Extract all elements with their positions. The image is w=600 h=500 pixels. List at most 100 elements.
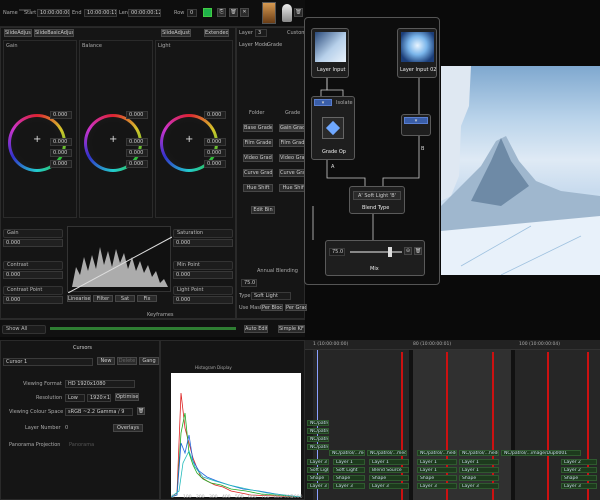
clip[interactable]: NC/patrol/...image/Dup0001 [501,450,581,456]
copy-icon[interactable]: ⎘ [217,8,226,17]
layer-clip[interactable]: Layer 1 [369,459,409,465]
keyframe-track[interactable] [50,327,236,330]
tab-slide-adjust[interactable]: SlideAdjust [4,29,32,37]
node-blend-source[interactable]: ▾ [401,114,431,136]
layer-clip[interactable]: Soft Light [333,467,365,473]
fix-button[interactable]: Fix [137,295,157,302]
param-contrast-point[interactable]: Contrast Point [3,286,63,295]
mix-reset-icon[interactable]: ⊝ [404,247,412,255]
layer-clip[interactable]: Shape [417,475,457,481]
layer-clip[interactable]: Shape [369,475,409,481]
param-contrast-value[interactable]: 0.000 [3,271,63,279]
param-saturation[interactable]: Saturation [173,229,233,238]
layer-clip[interactable]: Shape [459,475,499,481]
clip-label[interactable]: NC/patrol [307,420,329,426]
new-cursor-button[interactable]: New [97,357,115,365]
grid-item[interactable]: Video Grade [243,154,273,162]
tab-slide-adjust-2[interactable]: SlideAdjust [161,29,191,37]
wheel-value[interactable]: 0.000 [204,160,226,168]
delete-icon[interactable]: ✕ [240,8,249,17]
layer-clip[interactable]: Layer 1 [333,459,365,465]
layer-clip[interactable]: Layer 2 [561,459,597,465]
clip[interactable]: NC/patrol/...hedge/... [459,450,499,456]
gang-button[interactable]: Gang [139,357,159,365]
node-blend-type[interactable]: A' Soft Light 'B' Blend Type [349,186,405,214]
clip-label[interactable]: NC/patrol [307,428,329,434]
param-min-point-value[interactable]: 0.000 [173,271,233,279]
cursor-dropdown[interactable]: Cursor 1 [3,358,93,366]
len-field[interactable]: 00:00:00:12 [128,9,161,17]
param-light-point-value[interactable]: 0.000 [173,296,233,304]
end-field[interactable]: 10:00:00:11 [84,9,117,17]
wheel-value[interactable]: 0.000 [126,149,148,157]
overlays-button[interactable]: Overlays [113,424,143,432]
grid-item[interactable]: Curve Grade [243,169,273,177]
grid-item[interactable]: Hue Shift [243,184,273,192]
layer-clip[interactable]: Layer 3 [417,483,457,489]
layer-clip[interactable]: Layer 3 [561,483,597,489]
clip[interactable]: NC/patrol/...med/... [367,450,407,456]
tab-slide-basic-adjust[interactable]: SlideBasicAdjust [34,29,74,37]
layer-clip[interactable]: Layer 1 [417,467,457,473]
grid-item[interactable]: Base Grade [243,124,273,132]
simple-kfs-button[interactable]: Simple KFs [278,325,305,333]
layer-clip[interactable]: Layer 2 [561,467,597,473]
image-viewer[interactable] [441,66,600,275]
colour-space-dropdown[interactable]: sRGB ~2.2 Gamma / 9 [65,408,133,416]
trash-icon[interactable]: 🗑 [229,8,238,17]
resolution-dropdown[interactable]: Low [65,394,85,402]
param-gain-value[interactable]: 0.000 [3,239,63,247]
delete-cursor-button[interactable]: Delete [117,357,137,365]
per-grade-button[interactable]: Per Grade [285,304,307,311]
sat-button[interactable]: Sat [115,295,135,302]
wheel-value[interactable]: 0.000 [204,111,226,119]
wheel-value[interactable]: 0.000 [204,149,226,157]
linearise-button[interactable]: Linearise [67,295,91,302]
grid-item[interactable]: Film Grade [243,139,273,147]
clip-label[interactable]: NC/patrol [307,444,329,450]
row-head[interactable]: Layer 3 [307,483,329,489]
layer-clip[interactable]: Shape [333,475,365,481]
wheel-value[interactable]: 0.000 [50,111,72,119]
mix-value[interactable]: 75.0 [329,248,345,256]
wheel-value[interactable]: 0.000 [126,138,148,146]
mix-slider-handle[interactable] [388,247,392,257]
layer-clip[interactable]: Layer 1 [459,459,499,465]
row-head[interactable]: Layer 3 [307,459,329,465]
type-dropdown[interactable]: Soft Light [251,292,291,300]
row-head[interactable]: Soft Light [307,467,329,473]
node-mix[interactable]: 75.0 ⊝ 🗑 Mix [325,240,425,276]
viewing-format-dropdown[interactable]: HD 1920x1080 [65,380,135,388]
wheel-value[interactable]: 0.000 [50,149,72,157]
optimise-button[interactable]: Optimise [115,393,139,401]
node-layer-input[interactable]: Layer Input [311,28,349,78]
layer-clip[interactable]: Layer 3 [459,483,499,489]
clip-label[interactable]: NC/patrol [307,436,329,442]
clip[interactable]: NC/patrol/...hedge/... [417,450,457,456]
bottle-icon[interactable] [282,4,292,22]
layer-clip[interactable]: Shape [561,475,597,481]
record-button[interactable] [203,8,212,17]
timeline-ruler[interactable]: 1 (10:00:00:00) 80 (10:00:00:01) 100 (10… [305,340,600,350]
mix-trash-icon[interactable]: 🗑 [414,247,422,255]
clip[interactable]: NC/patrol/...med/... [329,450,365,456]
curve-graph[interactable] [67,226,173,294]
param-contrast[interactable]: Contrast [3,261,63,270]
resolution-size[interactable]: 1920×1080 [87,394,111,402]
param-light-point[interactable]: Light Point [173,286,233,295]
layer-clip[interactable]: Layer 1 [417,459,457,465]
layer-clip[interactable]: Layer 3 [333,483,365,489]
per-block-button[interactable]: Per Block [261,304,283,311]
auto-edit-button[interactable]: Auto Edit [244,325,268,333]
blend-value-field[interactable]: 75.0 [241,279,257,287]
filter-button[interactable]: Filter [93,295,113,302]
wheel-value[interactable]: 0.000 [126,111,148,119]
trash-icon-2[interactable]: 🗑 [294,8,303,17]
wheel-value[interactable]: 0.000 [204,138,226,146]
layer-field[interactable]: 3 [255,29,267,37]
param-saturation-value[interactable]: 0.000 [173,239,233,247]
tab-extended[interactable]: Extended [204,29,229,37]
colour-space-trash-icon[interactable]: 🗑 [137,407,145,415]
mix-slider[interactable] [350,251,402,253]
layer-clip[interactable]: Layer 3 [369,483,409,489]
